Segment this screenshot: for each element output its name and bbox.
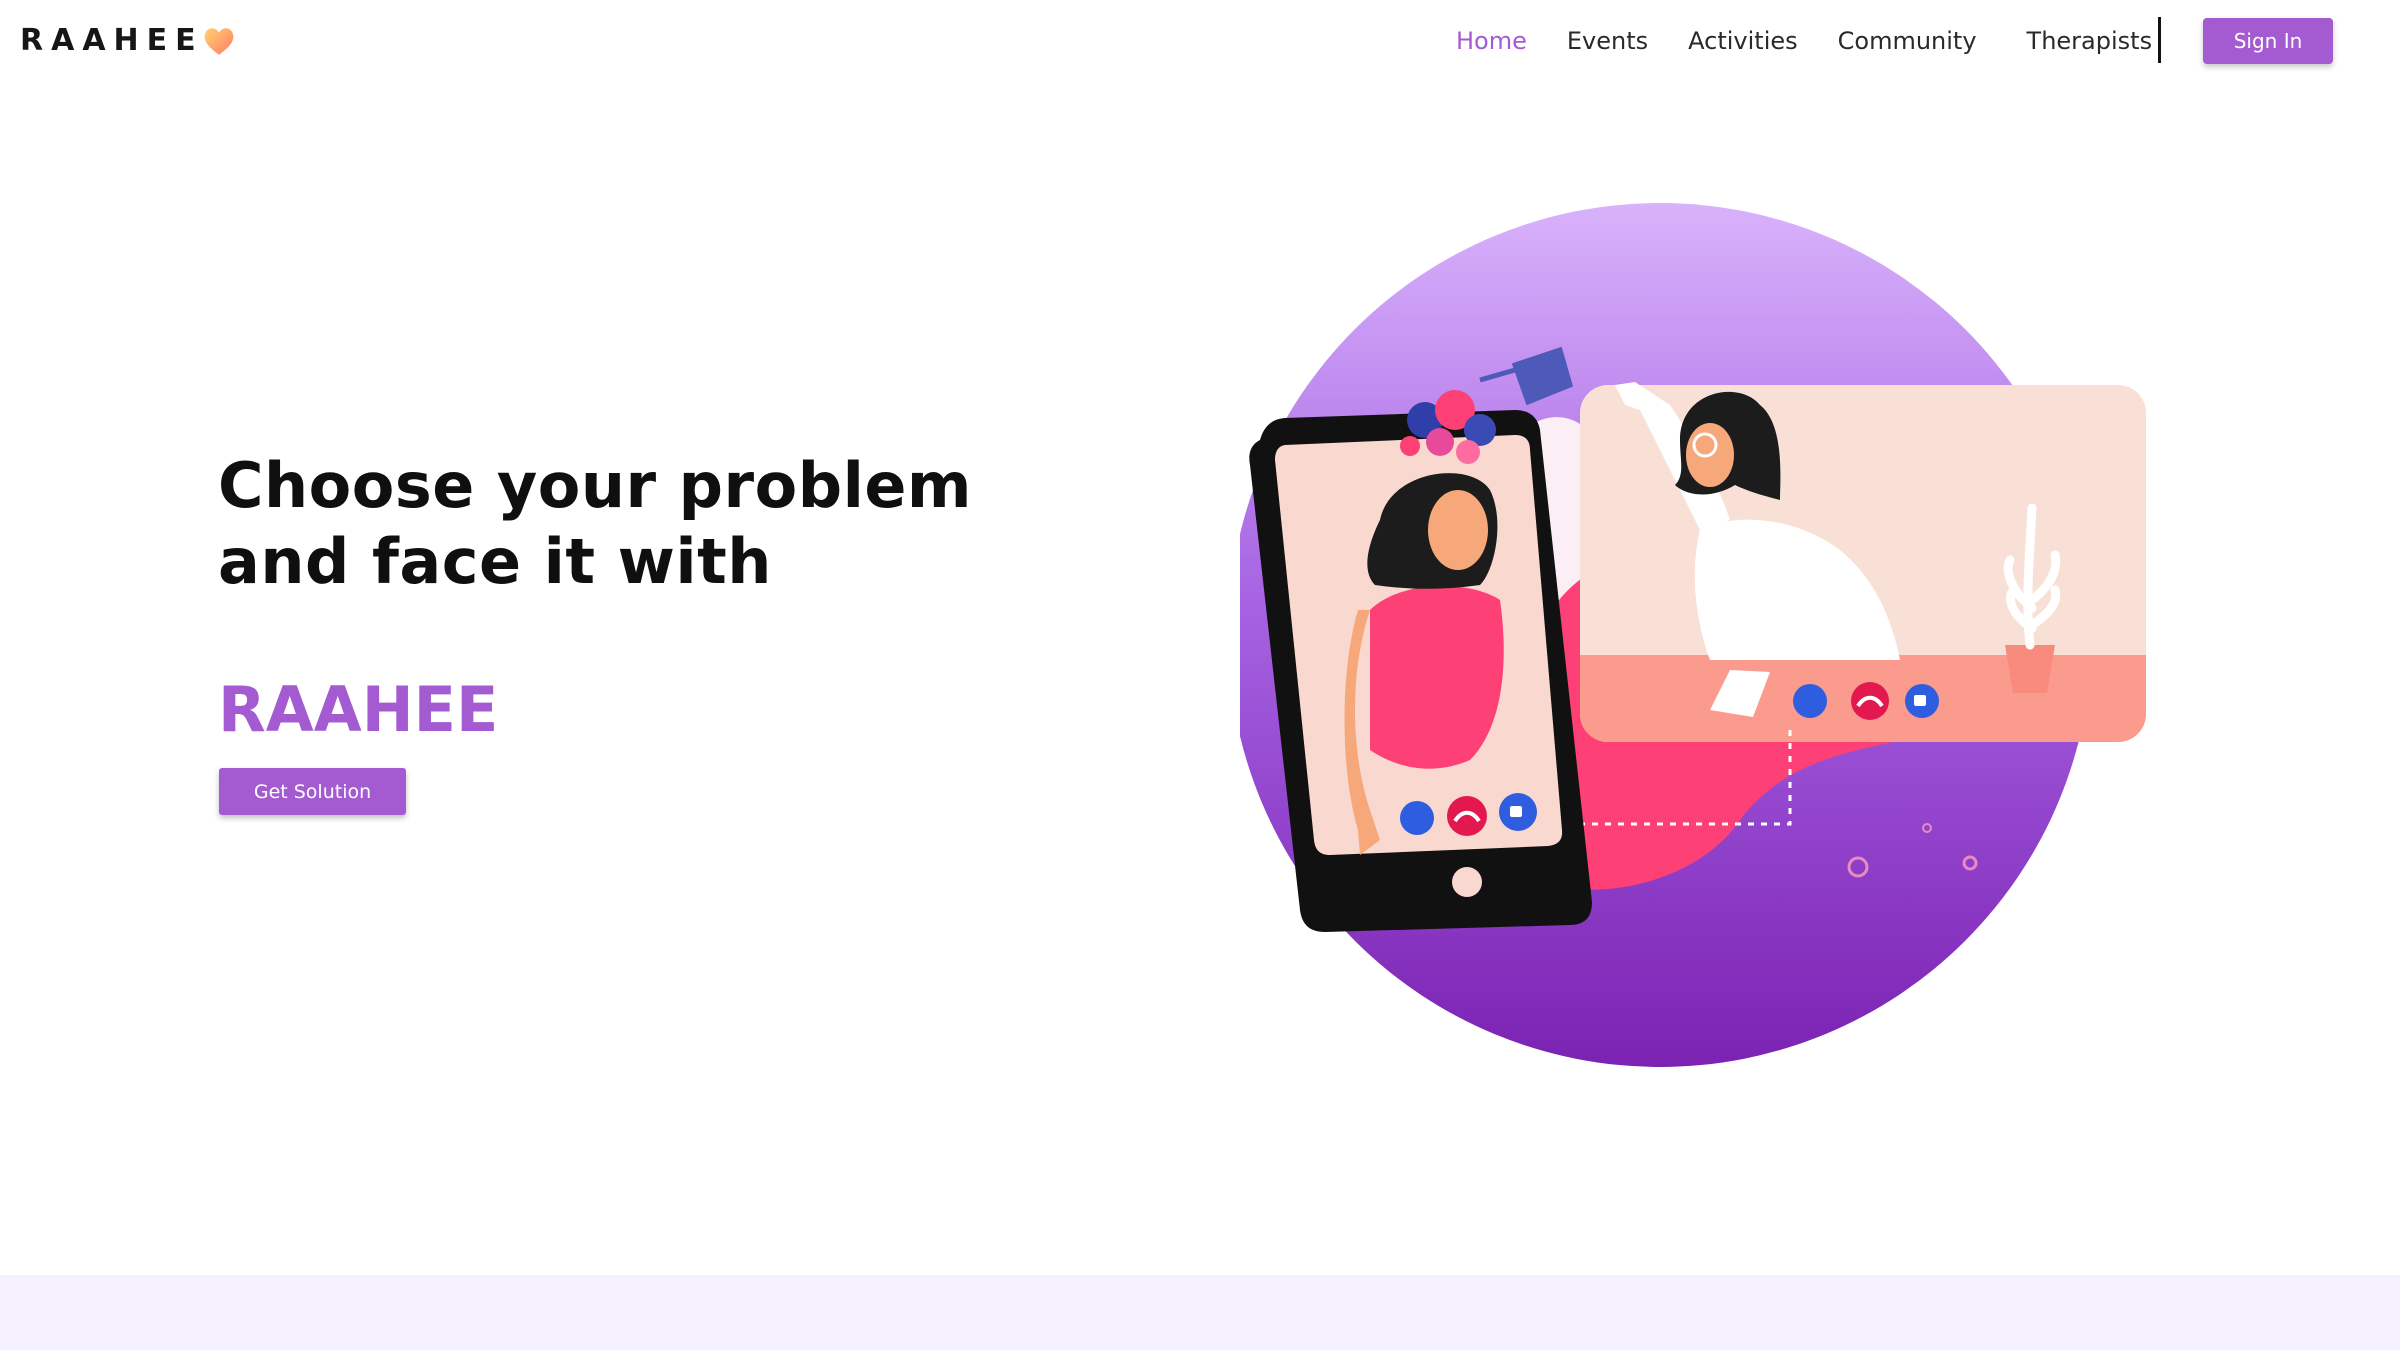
plant-pot bbox=[2005, 645, 2055, 693]
camera-glyph bbox=[1914, 695, 1926, 706]
woman-body bbox=[1370, 586, 1504, 769]
nav-link-home[interactable]: Home bbox=[1456, 27, 1527, 55]
nav-link-events[interactable]: Events bbox=[1567, 27, 1648, 55]
hero-brand-name: RAAHEE bbox=[218, 673, 499, 746]
hang-up-icon bbox=[1447, 796, 1487, 836]
nav-link-community[interactable]: Community bbox=[1838, 27, 1977, 55]
microphone-icon bbox=[1793, 684, 1827, 718]
get-solution-button[interactable]: Get Solution bbox=[219, 768, 406, 815]
nav-links: Home Events Activities Community Therapi… bbox=[1456, 24, 2192, 58]
brand-logo[interactable]: RAAHEE bbox=[20, 22, 236, 58]
nav-link-activities[interactable]: Activities bbox=[1688, 27, 1798, 55]
hero-title: Choose your problem and face it with bbox=[218, 449, 973, 598]
camera-glyph bbox=[1510, 806, 1522, 817]
brand-name: RAAHEE bbox=[20, 22, 204, 58]
nav-link-therapists[interactable]: Therapists bbox=[2027, 27, 2153, 55]
sign-in-button[interactable]: Sign In bbox=[2203, 18, 2333, 64]
navbar: RAAHEE Home Events Activities Community … bbox=[0, 0, 2400, 82]
footer-band bbox=[0, 1275, 2400, 1350]
heart-icon bbox=[204, 28, 233, 55]
nav-divider bbox=[2158, 17, 2161, 63]
phone-home-button bbox=[1452, 867, 1482, 897]
woman-face bbox=[1428, 490, 1488, 570]
hang-up-icon bbox=[1851, 682, 1889, 720]
microphone-icon bbox=[1400, 801, 1434, 835]
hero-illustration bbox=[1240, 203, 2146, 1067]
